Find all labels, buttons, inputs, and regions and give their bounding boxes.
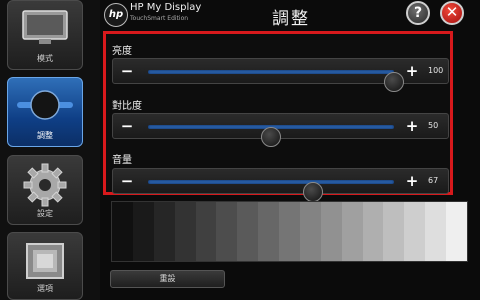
help-button[interactable]: ? [406, 1, 430, 25]
grayscale-step [174, 202, 196, 261]
sidebar-item-label: 選項 [37, 284, 53, 293]
volume-slider-track[interactable] [148, 180, 394, 202]
volume-value: 67 [428, 176, 439, 185]
grayscale-step [132, 202, 154, 261]
sidebar-item-label: 設定 [37, 209, 53, 218]
picture-frame-icon [26, 243, 64, 279]
grayscale-step [320, 202, 342, 261]
sidebar-item-settings[interactable]: 設定 [7, 155, 83, 225]
sidebar-item-mode[interactable]: 模式 [7, 0, 83, 70]
brightness-decrease-button[interactable]: − [119, 61, 135, 81]
contrast-slider-track[interactable] [148, 125, 394, 147]
sidebar-item-options[interactable]: 選項 [7, 232, 83, 300]
grayscale-step [383, 202, 405, 261]
volume-slider-knob[interactable] [302, 182, 323, 202]
brightness-value: 100 [428, 66, 444, 75]
volume-decrease-button[interactable]: − [119, 171, 135, 191]
grayscale-step [153, 202, 175, 261]
grayscale-step [425, 202, 446, 261]
sidebar: 模式 調整 設定 選項 [0, 0, 100, 300]
reset-button[interactable]: 重設 [110, 270, 225, 288]
grayscale-step [195, 202, 217, 261]
volume-increase-button[interactable]: + [404, 171, 420, 191]
sidebar-item-label: 調整 [37, 131, 53, 140]
contrast-value: 50 [428, 121, 439, 130]
volume-slider[interactable]: − + 67 [112, 168, 449, 202]
brightness-slider[interactable]: − + 100 [112, 58, 449, 92]
contrast-slider[interactable]: − + 50 [112, 113, 449, 147]
brightness-slider-knob[interactable] [384, 72, 404, 92]
app-title: HP My Display [130, 2, 202, 13]
page-title: 調整 [272, 9, 310, 29]
grayscale-step [237, 202, 259, 261]
volume-label: 音量 [112, 155, 132, 166]
grayscale-step [446, 202, 467, 261]
header: hp HP My Display TouchSmart Edition 調整 ?… [100, 0, 480, 30]
grayscale-step [404, 202, 426, 261]
contrast-label: 對比度 [112, 101, 142, 112]
question-mark-icon: ? [413, 5, 423, 21]
brightness-increase-button[interactable]: + [404, 61, 420, 81]
close-button[interactable]: ✕ [440, 1, 464, 25]
hp-logo: hp [104, 3, 128, 27]
brightness-slider-track[interactable] [148, 70, 404, 92]
grayscale-step [258, 202, 279, 261]
grayscale-step [362, 202, 384, 261]
contrast-increase-button[interactable]: + [404, 116, 420, 136]
grayscale-step [299, 202, 321, 261]
brightness-label: 亮度 [112, 46, 132, 57]
slider-knob-icon [17, 90, 73, 120]
sidebar-item-adjust[interactable]: 調整 [7, 77, 83, 147]
monitor-icon [22, 10, 68, 44]
contrast-decrease-button[interactable]: − [119, 116, 135, 136]
grayscale-step [279, 202, 300, 261]
contrast-slider-knob[interactable] [261, 127, 281, 147]
app-subtitle: TouchSmart Edition [130, 15, 189, 22]
grayscale-step [216, 202, 238, 261]
close-icon: ✕ [445, 3, 459, 21]
grayscale-step [112, 202, 133, 261]
adjustments-panel: 亮度 − + 100 對比度 − + 50 音量 − + 67 [103, 31, 453, 202]
gear-icon [23, 163, 67, 207]
grayscale-test-pattern [111, 201, 468, 262]
grayscale-step [341, 202, 363, 261]
sidebar-item-label: 模式 [37, 54, 53, 63]
